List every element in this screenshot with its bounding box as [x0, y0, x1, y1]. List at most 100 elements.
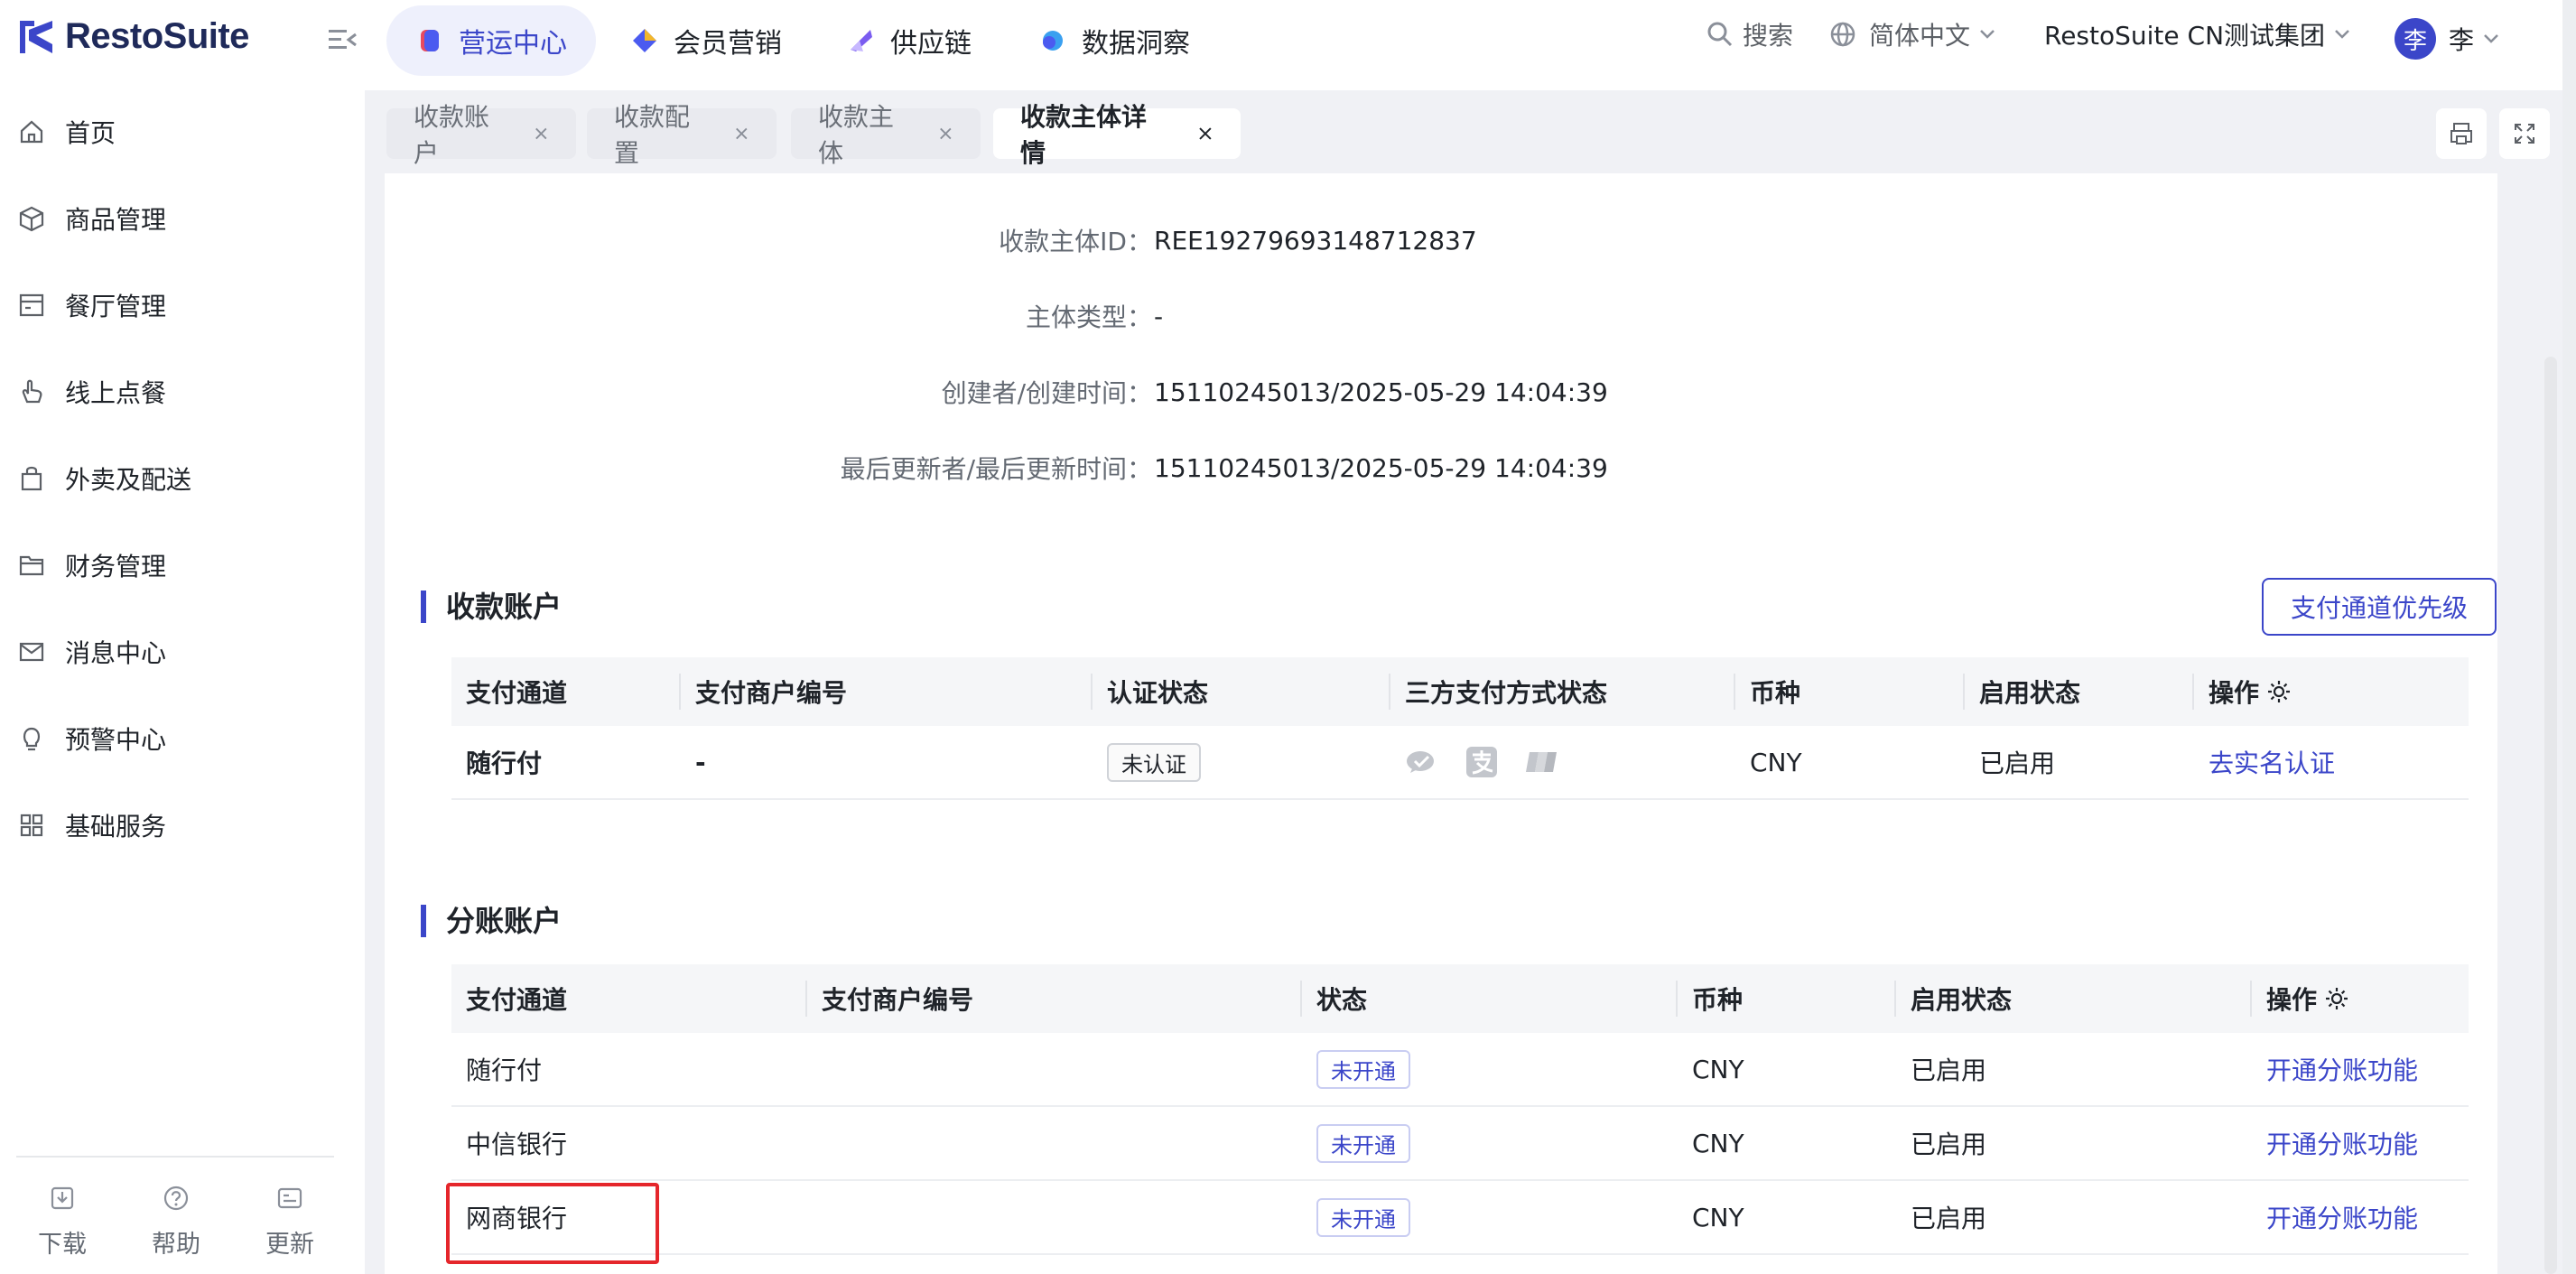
- cell-channel: 随行付: [466, 1055, 543, 1085]
- wechat-pay-icon: [1407, 751, 1434, 773]
- download-label: 下载: [38, 1231, 87, 1259]
- topnav-label: 营运中心: [459, 28, 567, 60]
- detail-row-entity-id: 收款主体ID： REE19279693148712837: [385, 222, 1477, 258]
- column-header: 操作: [2209, 678, 2260, 708]
- globe-icon: [1830, 22, 1855, 47]
- sidebar-item-alerts[interactable]: 预警中心: [0, 710, 365, 767]
- app-window: RestoSuite 营运中心 会员营销 供应链 数据洞察 搜索 简体中文 Re…: [0, 0, 2576, 1274]
- sidebar-item-label: 消息中心: [65, 638, 167, 668]
- gear-icon[interactable]: [2324, 986, 2349, 1011]
- grid-icon: [20, 814, 43, 837]
- topnav-label: 会员营销: [674, 28, 782, 60]
- folder-icon: [19, 555, 44, 576]
- sidebar-item-basic-services[interactable]: 基础服务: [0, 796, 365, 854]
- detail-label: 创建者/创建时间：: [941, 378, 1152, 408]
- gear-icon[interactable]: [2266, 679, 2292, 704]
- enable-split-link[interactable]: 开通分账功能: [2266, 1033, 2418, 1105]
- close-icon[interactable]: [534, 126, 549, 142]
- cell-enabled: 已启用: [1979, 749, 2056, 778]
- close-icon[interactable]: [938, 126, 953, 142]
- language-selector[interactable]: 简体中文: [1829, 16, 1995, 52]
- table-row: 网商银行 未开通 CNY 已启用 开通分账功能: [451, 1181, 2469, 1255]
- sidebar-item-delivery[interactable]: 外卖及配送: [0, 450, 365, 507]
- column-header: 币种: [1692, 985, 1744, 1015]
- tab-receiving-account[interactable]: 收款账户: [386, 102, 576, 168]
- user-menu[interactable]: 李 李: [2395, 18, 2499, 60]
- restosuite-logo-icon: [20, 20, 52, 53]
- column-header: 三方支付方式状态: [1405, 678, 1608, 708]
- tab-receiving-entity[interactable]: 收款主体: [791, 102, 981, 168]
- store-icon: [19, 293, 44, 317]
- detail-value: REE19279693148712837: [1154, 225, 1477, 256]
- tab-receiving-config[interactable]: 收款配置: [587, 102, 777, 168]
- sidebar-item-restaurant[interactable]: 餐厅管理: [0, 276, 365, 334]
- scrollbar-thumb[interactable]: [2544, 357, 2557, 1274]
- update-icon: [277, 1187, 302, 1209]
- tab-strip: 收款账户 收款配置 收款主体 收款主体详情: [365, 90, 2576, 173]
- brand-logo[interactable]: RestoSuite: [16, 16, 249, 57]
- detail-value: 15110245013/2025-05-29 14:04:39: [1154, 452, 1608, 483]
- highlight-annotation: [446, 1183, 659, 1264]
- sidebar-item-products[interactable]: 商品管理: [0, 190, 365, 247]
- help-icon: [163, 1186, 189, 1211]
- topnav-membership[interactable]: 会员营销: [601, 5, 811, 76]
- tab-label: 收款主体详情: [1020, 102, 1148, 168]
- search-button[interactable]: 搜索: [1706, 16, 1793, 52]
- update-label: 更新: [265, 1231, 314, 1259]
- help-button[interactable]: 帮助: [126, 1185, 226, 1260]
- cell-currency: CNY: [1692, 1128, 1744, 1158]
- detail-value: -: [1154, 301, 1164, 331]
- column-header: 操作: [2266, 985, 2318, 1015]
- sidebar-item-label: 餐厅管理: [65, 292, 167, 321]
- supply-chain-icon: [851, 30, 872, 51]
- close-icon[interactable]: [734, 126, 749, 142]
- tab-receiving-entity-detail[interactable]: 收款主体详情: [993, 102, 1241, 168]
- sidebar-item-messages[interactable]: 消息中心: [0, 623, 365, 681]
- window-edge: [2562, 0, 2576, 1274]
- update-button[interactable]: 更新: [240, 1185, 339, 1260]
- bulb-icon: [23, 727, 41, 751]
- payment-priority-button[interactable]: 支付通道优先级: [2262, 578, 2497, 636]
- chevron-down-icon: [2335, 30, 2349, 39]
- sidebar-item-finance[interactable]: 财务管理: [0, 536, 365, 594]
- mail-icon: [19, 642, 44, 662]
- close-icon[interactable]: [1197, 126, 1214, 142]
- status-badge: 未开通: [1316, 1049, 1410, 1089]
- language-label: 简体中文: [1869, 21, 1971, 51]
- topnav-operations[interactable]: 营运中心: [386, 5, 596, 76]
- cell-enabled: 已启用: [1911, 1130, 1987, 1159]
- topnav-label: 供应链: [890, 28, 972, 60]
- column-header: 启用状态: [1911, 985, 2013, 1015]
- download-button[interactable]: 下载: [13, 1185, 112, 1260]
- cell-currency: CNY: [1750, 747, 1802, 777]
- section-title-receiving: 收款账户: [421, 591, 562, 623]
- chevron-down-icon: [2484, 34, 2498, 43]
- table-header: 支付通道 支付商户编号 认证状态 三方支付方式状态 币种 启用状态 操作: [451, 657, 2469, 726]
- sidebar-item-home[interactable]: 首页: [0, 103, 365, 161]
- enable-split-link[interactable]: 开通分账功能: [2266, 1107, 2418, 1179]
- org-selector[interactable]: RestoSuite CN测试集团: [2044, 16, 2350, 52]
- search-icon: [1707, 22, 1733, 47]
- sidebar-item-label: 基础服务: [65, 812, 167, 842]
- enable-split-link[interactable]: 开通分账功能: [2266, 1181, 2418, 1253]
- sidebar-item-label: 预警中心: [65, 725, 167, 755]
- cell-status: 未开通: [1302, 1107, 1410, 1179]
- cell-status: 未开通: [1302, 1181, 1410, 1253]
- sidebar-collapse-icon[interactable]: [327, 25, 359, 54]
- fullscreen-button[interactable]: [2499, 108, 2550, 159]
- detail-value: 15110245013/2025-05-29 14:04:39: [1154, 377, 1608, 407]
- detail-label: 主体类型：: [1025, 302, 1152, 332]
- chevron-down-icon: [1980, 30, 1995, 39]
- verify-realname-link[interactable]: 去实名认证: [2209, 726, 2335, 798]
- column-header-actions: 操作: [2252, 964, 2349, 1033]
- sidebar-item-online-order[interactable]: 线上点餐: [0, 363, 365, 421]
- topnav-supply-chain[interactable]: 供应链: [818, 5, 1000, 76]
- print-button[interactable]: [2436, 108, 2487, 159]
- scrolled-row-fragment: [561, 173, 1283, 181]
- user-name: 李: [2449, 25, 2475, 55]
- fullscreen-icon: [2515, 124, 2534, 144]
- topnav-data-insight[interactable]: 数据洞察: [1009, 5, 1219, 76]
- download-icon: [51, 1186, 74, 1210]
- cell-channel: 随行付: [466, 749, 543, 778]
- org-label: RestoSuite CN测试集团: [2044, 21, 2326, 51]
